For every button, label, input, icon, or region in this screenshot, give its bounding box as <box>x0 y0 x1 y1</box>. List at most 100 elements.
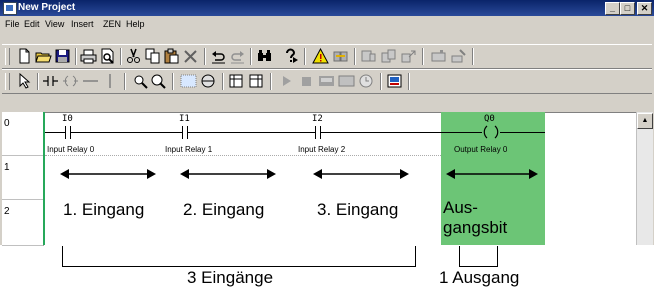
toolbar-separator <box>37 73 39 90</box>
zoom-in-icon[interactable] <box>132 73 149 89</box>
save-icon[interactable] <box>54 48 71 64</box>
rung-wire <box>187 132 315 133</box>
standard-toolbar <box>2 44 652 69</box>
select-arrow-icon[interactable] <box>16 73 33 89</box>
contact-symbol[interactable] <box>315 126 316 139</box>
row-number-2[interactable]: 2 <box>2 200 44 246</box>
menu-edit[interactable]: Edit <box>24 17 40 32</box>
minimize-button[interactable]: _ <box>605 2 620 15</box>
vertical-scrollbar[interactable] <box>636 112 653 245</box>
toolbar-separator <box>270 73 272 90</box>
toolbar-separator <box>472 48 474 65</box>
contact-symbol[interactable] <box>187 126 188 139</box>
toolbar-separator <box>304 48 306 65</box>
inputs-bracket <box>62 266 416 267</box>
row-number-1[interactable]: 1 <box>2 156 44 200</box>
zoom-out-icon[interactable] <box>150 73 167 89</box>
contact-label: Input Relay 1 <box>165 145 213 154</box>
copy-icon[interactable] <box>144 48 161 64</box>
menu-zen[interactable]: ZEN <box>103 17 121 32</box>
print-icon[interactable] <box>80 48 97 64</box>
toolbar-separator <box>124 73 126 90</box>
menu-help[interactable]: Help <box>126 17 145 32</box>
coil-address: Q0 <box>484 114 495 124</box>
vertical-line-icon[interactable] <box>102 73 119 89</box>
warning-check-icon[interactable] <box>312 48 329 64</box>
toolbar-separator <box>222 73 224 90</box>
coil-symbol[interactable] <box>480 124 502 140</box>
undo-icon[interactable] <box>210 48 227 64</box>
contact-symbol[interactable] <box>320 126 321 139</box>
menu-file[interactable]: File <box>5 17 20 32</box>
toolbar-separator <box>354 48 356 65</box>
lcd-icon[interactable] <box>386 73 403 89</box>
clock-icon[interactable] <box>358 73 375 89</box>
new-file-icon[interactable] <box>16 48 33 64</box>
menu-bar: File Edit View Insert ZEN Help <box>0 17 654 32</box>
close-button[interactable]: ✕ <box>637 2 652 15</box>
contact-address: I1 <box>179 114 190 124</box>
cut-icon[interactable] <box>125 48 142 64</box>
open-folder-icon[interactable] <box>35 48 52 64</box>
lcd-setting-icon[interactable] <box>450 48 467 64</box>
contact-symbol[interactable] <box>65 126 66 139</box>
double-arrow-icon <box>313 169 409 179</box>
app-icon <box>3 2 17 15</box>
find-icon[interactable] <box>256 48 273 64</box>
panel-icon[interactable] <box>318 73 335 89</box>
toolbar-separator <box>75 48 77 65</box>
run-icon[interactable] <box>278 73 295 89</box>
contact-symbol[interactable] <box>182 126 183 139</box>
rung-wire <box>45 132 65 133</box>
output-bracket <box>497 246 498 267</box>
delete-icon[interactable] <box>182 48 199 64</box>
horizontal-line-icon[interactable] <box>82 73 99 89</box>
inputs-bracket <box>62 246 63 267</box>
title-bar: New Project _ □ ✕ <box>0 0 654 16</box>
scroll-up-button[interactable]: ▲ <box>637 113 653 129</box>
compare-icon[interactable] <box>380 48 397 64</box>
redo-icon[interactable] <box>229 48 246 64</box>
contact-label: Input Relay 0 <box>47 145 95 154</box>
upload-icon[interactable] <box>400 48 417 64</box>
double-arrow-icon <box>60 169 156 179</box>
rung-wire <box>70 132 182 133</box>
coil-icon[interactable] <box>62 73 79 89</box>
toolbar-separator <box>172 73 174 90</box>
menu-view[interactable]: View <box>45 17 64 32</box>
coil-label: Output Relay 0 <box>454 145 508 154</box>
grid-icon[interactable] <box>180 73 197 89</box>
rung-wire <box>320 132 482 133</box>
input-annotation-2: 2. Eingang <box>183 200 265 219</box>
stop-icon[interactable] <box>298 73 315 89</box>
toolbar-grip[interactable] <box>5 48 10 65</box>
double-arrow-icon <box>446 169 538 179</box>
transfer-icon[interactable] <box>332 48 349 64</box>
row-number-0[interactable]: 0 <box>2 112 44 156</box>
function-block-b-icon[interactable] <box>248 73 265 89</box>
toolbar-separator <box>250 48 252 65</box>
toolbar-separator <box>204 48 206 65</box>
menu-insert[interactable]: Insert <box>71 17 94 32</box>
download-icon[interactable] <box>430 48 447 64</box>
toolbar-separator <box>120 48 122 65</box>
help-icon[interactable] <box>282 48 299 64</box>
function-block-a-icon[interactable] <box>228 73 245 89</box>
reel-icon[interactable] <box>200 73 217 89</box>
maximize-button[interactable]: □ <box>620 2 635 15</box>
paste-icon[interactable] <box>163 48 180 64</box>
contact-icon[interactable] <box>42 73 59 89</box>
toolbar-separator <box>408 73 410 90</box>
print-preview-icon[interactable] <box>99 48 116 64</box>
contact-address: I0 <box>62 114 73 124</box>
output-annotation-line1: Aus- <box>443 198 478 217</box>
monitor-icon[interactable] <box>360 48 377 64</box>
contact-address: I2 <box>312 114 323 124</box>
inputs-bracket <box>415 246 416 267</box>
input-annotation-3: 3. Eingang <box>317 200 399 219</box>
window-icon[interactable] <box>338 73 355 89</box>
output-bracket <box>459 266 498 267</box>
output-bracket <box>459 246 460 267</box>
contact-symbol[interactable] <box>70 126 71 139</box>
toolbar-grip[interactable] <box>5 73 10 90</box>
